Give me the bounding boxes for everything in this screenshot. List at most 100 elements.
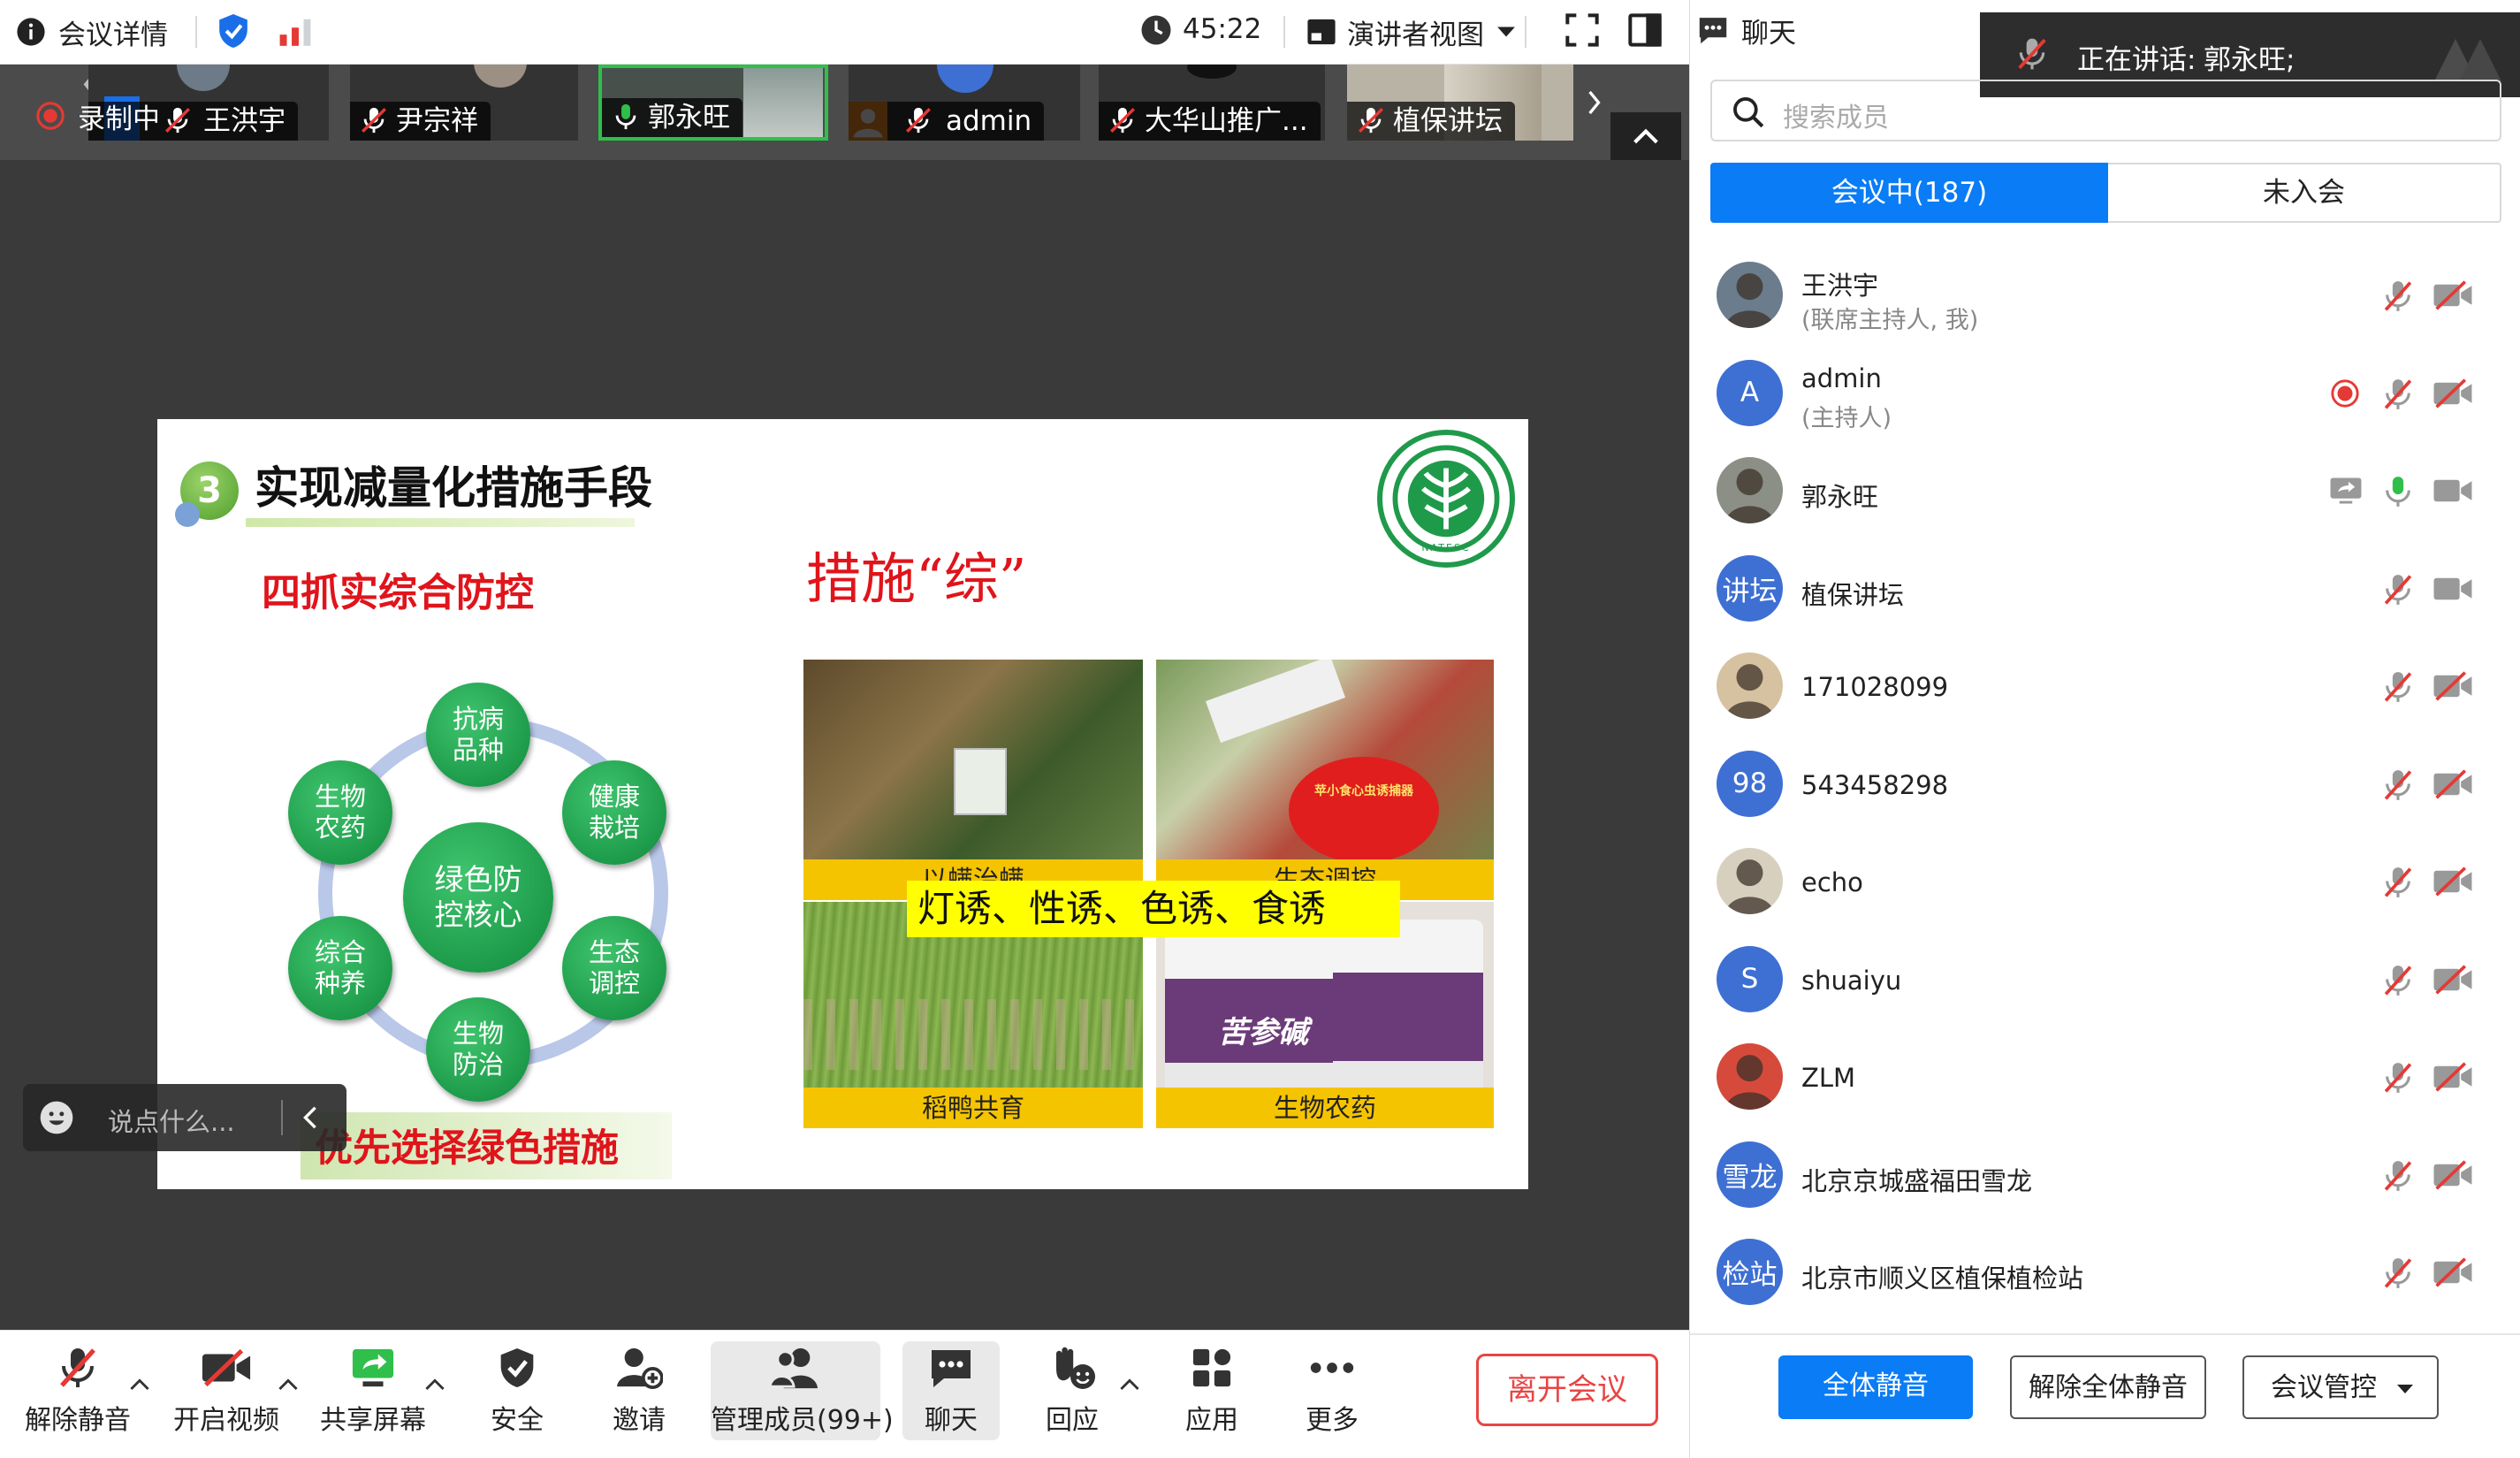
video-tile[interactable]: 植保讲坛 xyxy=(1347,65,1573,141)
apps-label: 应用 xyxy=(1185,1405,1238,1436)
chat-tab[interactable]: 聊天 xyxy=(1697,11,1796,50)
ducks xyxy=(803,999,1143,1070)
more-dots-icon xyxy=(1310,1362,1354,1374)
member-row[interactable]: Sshuaiyu xyxy=(1690,930,2520,1028)
camera-off-icon[interactable] xyxy=(2432,768,2473,800)
center-node: 绿色防 控核心 xyxy=(403,822,553,973)
mic-muted-icon xyxy=(57,1345,99,1391)
photo-mite-control: 以螨治螨 xyxy=(803,660,1143,900)
unmute-label: 解除静音 xyxy=(25,1405,131,1436)
signal-bars-icon xyxy=(278,18,312,46)
speaking-label: 正在讲话: xyxy=(2077,44,2196,76)
security-button[interactable]: 安全 xyxy=(468,1341,566,1440)
view-mode-dropdown[interactable]: 演讲者视图 xyxy=(1306,12,1516,51)
video-tile[interactable]: 大华山推广... xyxy=(1099,65,1325,141)
video-tile[interactable]: admin xyxy=(849,65,1080,141)
member-row[interactable]: 王洪宇 (联席主持人, 我) xyxy=(1690,246,2520,344)
leave-meeting-button[interactable]: 离开会议 xyxy=(1476,1354,1658,1426)
layout-icon xyxy=(1306,18,1336,46)
camera-icon[interactable] xyxy=(2432,573,2473,605)
mute-all-button[interactable]: 全体静音 xyxy=(1778,1355,1973,1419)
unmute-all-button[interactable]: 解除全体静音 xyxy=(2010,1355,2206,1419)
invite-button[interactable]: 邀请 xyxy=(590,1341,688,1440)
mic-muted-icon[interactable] xyxy=(2381,1060,2415,1095)
node-text: 健康 xyxy=(588,782,640,813)
clock-icon xyxy=(1140,14,1172,46)
recording-label: 录制中 xyxy=(78,103,160,135)
avatar xyxy=(474,65,527,88)
video-tile[interactable]: 尹宗祥 xyxy=(350,65,578,141)
fullscreen-icon[interactable] xyxy=(1565,12,1600,48)
tab-in-meeting[interactable]: 会议中(187) xyxy=(1710,163,2108,223)
mic-muted-icon xyxy=(903,105,933,135)
mic-muted-icon[interactable] xyxy=(2381,767,2415,803)
member-row[interactable]: 检站 北京市顺义区植保植检站 xyxy=(1690,1223,2520,1321)
camera-off-icon[interactable] xyxy=(2432,378,2473,409)
share-options-caret[interactable] xyxy=(424,1378,445,1393)
camera-off-icon[interactable] xyxy=(2432,670,2473,702)
gallery-next-button[interactable] xyxy=(1579,65,1609,141)
start-video-button[interactable]: 开启视频 xyxy=(164,1341,288,1440)
camera-off-icon[interactable] xyxy=(2432,1159,2473,1191)
camera-off-icon[interactable] xyxy=(2432,1061,2473,1093)
member-search-input[interactable]: 搜索成员 xyxy=(1710,80,2501,141)
member-row[interactable]: echo xyxy=(1690,832,2520,930)
emoji-icon[interactable] xyxy=(39,1100,74,1135)
video-tile-active-speaker[interactable]: 郭永旺 xyxy=(598,65,828,141)
more-button[interactable]: 更多 xyxy=(1283,1341,1381,1440)
avatar: 检站 xyxy=(1717,1239,1783,1305)
member-row[interactable]: 雪龙 北京京城盛福田雪龙 xyxy=(1690,1126,2520,1224)
mic-muted-icon[interactable] xyxy=(2381,572,2415,607)
mic-muted-icon[interactable] xyxy=(2381,963,2415,998)
badge-dot xyxy=(175,502,200,527)
video-options-caret[interactable] xyxy=(278,1378,299,1393)
avatar xyxy=(177,65,230,91)
avatar: 讲坛 xyxy=(1717,554,1783,622)
camera-off-icon[interactable] xyxy=(2432,279,2473,311)
side-panel-icon[interactable] xyxy=(1627,12,1663,48)
member-row[interactable]: 郭永旺 xyxy=(1690,441,2520,539)
audio-options-caret[interactable] xyxy=(129,1378,150,1393)
member-row[interactable]: 98 543458298 xyxy=(1690,735,2520,833)
react-options-caret[interactable] xyxy=(1119,1378,1140,1393)
shield-check-icon[interactable] xyxy=(217,12,250,50)
tab-not-joined[interactable]: 未入会 xyxy=(2108,163,2501,223)
mic-muted-icon[interactable] xyxy=(2381,377,2415,412)
mic-muted-icon xyxy=(1108,105,1138,135)
recording-icon xyxy=(2330,378,2360,408)
camera-off-icon[interactable] xyxy=(2432,866,2473,897)
node-biological-control: 生物 防治 xyxy=(426,997,530,1102)
mic-muted-icon[interactable] xyxy=(2381,1158,2415,1194)
meeting-control-dropdown[interactable]: 会议管控 xyxy=(2242,1355,2439,1419)
node-bio-pesticide: 生物 农药 xyxy=(288,760,392,865)
avatar xyxy=(1187,65,1237,79)
meeting-info-button[interactable]: 会议详情 xyxy=(16,12,168,51)
unmute-button[interactable]: 解除静音 xyxy=(16,1341,140,1440)
member-row[interactable]: 讲坛 植保讲坛 xyxy=(1690,539,2520,637)
mic-muted-icon[interactable] xyxy=(2381,279,2415,314)
manage-members-button[interactable]: 管理成员(99+) xyxy=(711,1341,894,1440)
mic-muted-icon[interactable] xyxy=(2381,865,2415,900)
camera-off-icon[interactable] xyxy=(2432,1256,2473,1288)
react-button[interactable]: 回应 xyxy=(1024,1341,1121,1440)
invite-label: 邀请 xyxy=(613,1405,666,1436)
mic-active-icon[interactable] xyxy=(2381,474,2415,509)
collapse-chat-icon[interactable] xyxy=(301,1105,320,1130)
member-row[interactable]: Aadmin (主持人) xyxy=(1690,344,2520,442)
camera-icon[interactable] xyxy=(2432,475,2473,507)
react-label: 回应 xyxy=(1046,1405,1099,1436)
member-row[interactable]: ZLM xyxy=(1690,1027,2520,1126)
chat-button[interactable]: 聊天 xyxy=(902,1341,1000,1440)
mic-muted-icon[interactable] xyxy=(2381,669,2415,705)
camera-off-icon[interactable] xyxy=(2432,964,2473,996)
slide-subtitle: 四抓实综合防控 xyxy=(262,570,534,615)
member-name: echo xyxy=(1801,867,1863,897)
mic-muted-icon xyxy=(1356,105,1386,135)
share-screen-button[interactable]: 共享屏幕 xyxy=(311,1341,435,1440)
mic-muted-icon[interactable] xyxy=(2381,1256,2415,1291)
collapse-gallery-button[interactable] xyxy=(1610,112,1681,160)
footer-text: 优先选择绿色措施 xyxy=(315,1126,619,1171)
chat-input-box[interactable]: 说点什么... xyxy=(23,1084,346,1151)
apps-button[interactable]: 应用 xyxy=(1163,1341,1260,1440)
member-row[interactable]: 171028099 xyxy=(1690,637,2520,735)
